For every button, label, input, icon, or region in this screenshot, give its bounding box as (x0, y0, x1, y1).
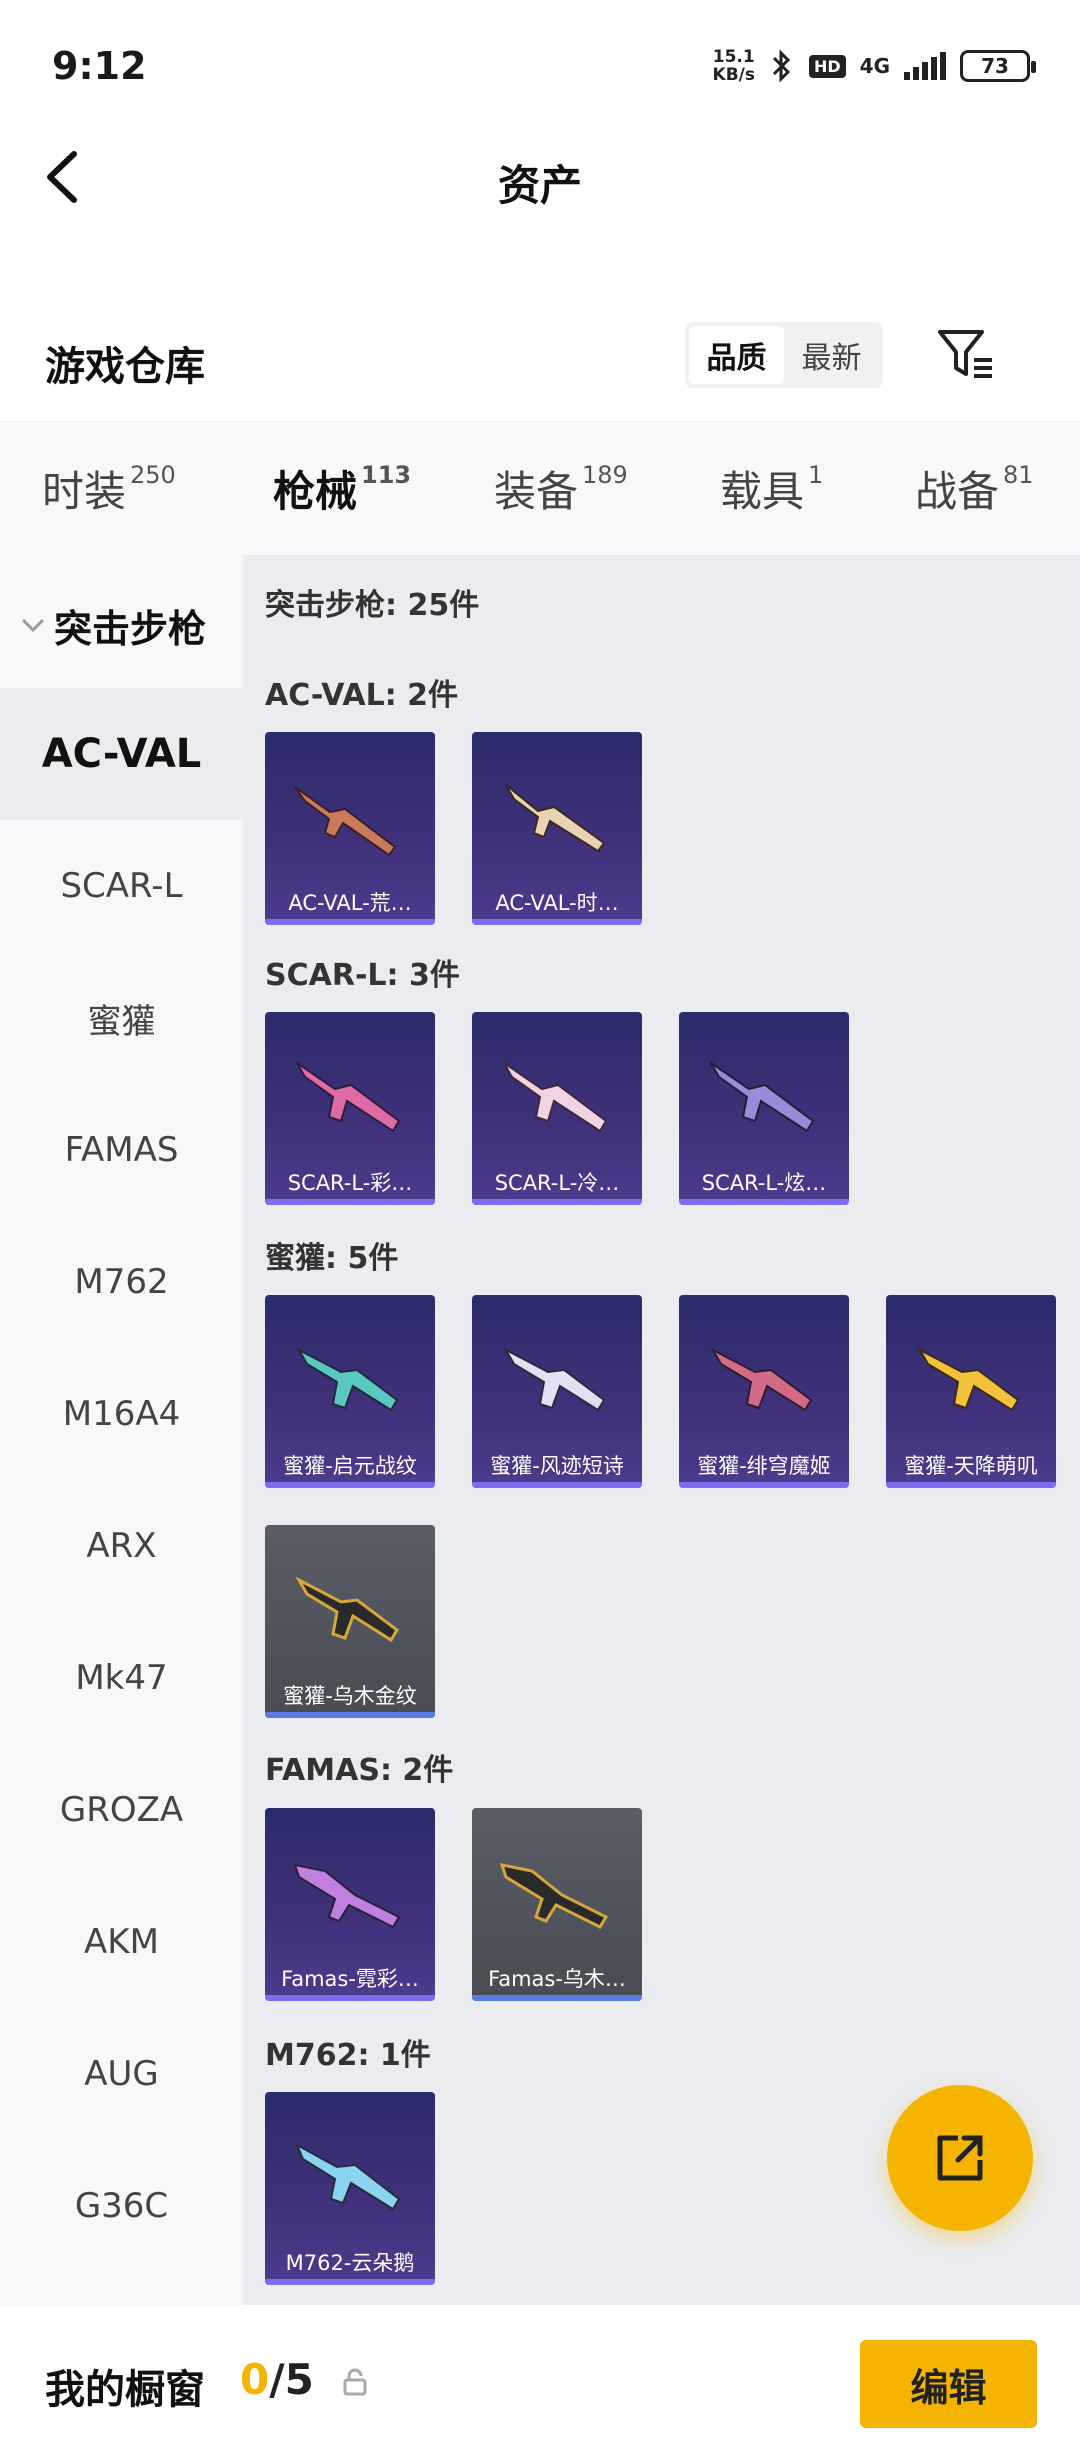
rifle-icon (503, 1062, 608, 1133)
sidebar-item-m16a4[interactable]: M16A4 (0, 1348, 243, 1480)
sort-quality-option[interactable]: 品质 (689, 326, 784, 384)
skin-card[interactable]: 蜜獾-绯穹魔姬 (679, 1295, 849, 1488)
external-link-icon (937, 2135, 983, 2181)
filter-icon (938, 330, 992, 378)
warehouse-header: 游戏仓库 品质 最新 (0, 310, 1080, 410)
warehouse-title: 游戏仓库 (45, 344, 205, 390)
sidebar-item-honey-badger[interactable]: 蜜獾 (0, 952, 243, 1084)
skin-name: Famas-乌木… (488, 1967, 626, 1991)
chevron-down-icon (22, 619, 44, 633)
skin-name: M762-云朵鹅 (285, 2251, 415, 2275)
share-fab-button[interactable] (887, 2085, 1033, 2231)
rifle-icon (505, 784, 606, 853)
filter-button[interactable] (930, 322, 1000, 388)
sort-toggle: 品质 最新 (685, 322, 883, 388)
rifle-icon (295, 1576, 399, 1643)
skin-name: AC-VAL-时… (495, 891, 619, 915)
nav-bar: 资产 (0, 130, 1080, 220)
sidebar-item-aug[interactable]: AUG (0, 2008, 243, 2140)
page-title: 资产 (497, 161, 582, 210)
signal-icon (904, 52, 946, 80)
showcase-bar: 我的橱窗 0/5 编辑 (0, 2305, 1080, 2460)
rifle-icon (294, 786, 397, 857)
tab-supplies[interactable]: 战备 81 (915, 458, 1034, 519)
sidebar-item-m762[interactable]: M762 (0, 1216, 243, 1348)
sidebar-item-groza[interactable]: GROZA (0, 1744, 243, 1876)
skin-name: 蜜獾-乌木金纹 (283, 1684, 417, 1708)
skin-name: 蜜獾-启元战纹 (283, 1454, 417, 1478)
sidebar-item-arx[interactable]: ARX (0, 1480, 243, 1612)
rifle-icon (294, 2142, 401, 2211)
status-icons: 15.1 KB/s HD 4G 73 (712, 44, 1036, 88)
skin-card[interactable]: 蜜獾-天降萌叽 (886, 1295, 1056, 1488)
edit-button[interactable]: 编辑 (860, 2340, 1037, 2428)
skin-card[interactable]: 蜜獾-风迹短诗 (472, 1295, 642, 1488)
skin-name: SCAR-L-冷… (494, 1171, 620, 1195)
tab-vehicles[interactable]: 载具 1 (720, 458, 823, 519)
sidebar-item-akm[interactable]: AKM (0, 1876, 243, 2008)
skin-name: Famas-霓彩… (281, 1967, 419, 1991)
category-summary: 突击步枪: 25件 (265, 588, 480, 623)
skin-card[interactable]: SCAR-L-冷… (472, 1012, 642, 1205)
category-tabs: 时装 250 枪械 113 装备 189 载具 1 战备 81 (0, 420, 1080, 568)
showcase-count: 0/5 (240, 2355, 314, 2404)
rifle-icon (503, 1347, 606, 1412)
battery-icon: 73 (960, 50, 1036, 82)
status-bar: 9:12 15.1 KB/s HD 4G 73 (0, 0, 1080, 130)
showcase-title: 我的橱窗 (45, 2367, 205, 2413)
rifle-icon (293, 1863, 401, 1929)
rifle-icon (710, 1062, 815, 1133)
sidebar-item-g36c[interactable]: G36C (0, 2140, 243, 2272)
skin-card[interactable]: AC-VAL-时… (472, 732, 642, 925)
weapon-sidebar: 突击步枪 AC-VAL SCAR-L 蜜獾 FAMAS M762 M16A4 A… (0, 555, 243, 2305)
skin-name: SCAR-L-彩… (287, 1171, 413, 1195)
status-time: 9:12 (52, 44, 147, 88)
bluetooth-icon (769, 49, 795, 83)
skin-card[interactable]: 蜜獾-启元战纹 (265, 1295, 435, 1488)
lock-icon (343, 2368, 367, 2396)
tab-equipment[interactable]: 装备 189 (494, 458, 628, 519)
rifle-icon (917, 1347, 1020, 1412)
sidebar-item-scar-l[interactable]: SCAR-L (0, 820, 243, 952)
sidebar-group-assault-rifles[interactable]: 突击步枪 (0, 585, 243, 665)
skin-card[interactable]: Famas-霓彩… (265, 1808, 435, 2001)
sidebar-item-mk47[interactable]: Mk47 (0, 1612, 243, 1744)
skin-name: 蜜獾-风迹短诗 (490, 1454, 624, 1478)
network-type-icon: 4G (859, 54, 890, 78)
skin-name: 蜜獾-绯穹魔姬 (697, 1454, 831, 1478)
rifle-icon (296, 1062, 401, 1133)
group-heading-ac-val: AC-VAL: 2件 (265, 678, 459, 713)
skin-name: AC-VAL-荒… (288, 891, 412, 915)
sidebar-item-famas[interactable]: FAMAS (0, 1084, 243, 1216)
sidebar-item-ac-val[interactable]: AC-VAL (0, 688, 243, 820)
weapon-grid: 突击步枪: 25件 AC-VAL: 2件 AC-VAL-荒… AC-VAL-时…… (243, 555, 1080, 2305)
rifle-icon (296, 1347, 399, 1412)
rifle-icon (710, 1347, 813, 1412)
skin-card[interactable]: M762-云朵鹅 (265, 2092, 435, 2285)
skin-card[interactable]: 蜜獾-乌木金纹 (265, 1525, 435, 1718)
tab-firearms[interactable]: 枪械 113 (273, 458, 411, 568)
rifle-icon (499, 1863, 609, 1929)
skin-name: 蜜獾-天降萌叽 (904, 1454, 1038, 1478)
skin-card[interactable]: Famas-乌木… (472, 1808, 642, 2001)
skin-card[interactable]: AC-VAL-荒… (265, 732, 435, 925)
network-speed: 15.1 KB/s (712, 47, 755, 85)
skin-card[interactable]: SCAR-L-炫… (679, 1012, 849, 1205)
group-heading-scar-l: SCAR-L: 3件 (265, 958, 460, 993)
hd-icon: HD (808, 54, 846, 78)
tab-fashion[interactable]: 时装 250 (42, 458, 176, 519)
skin-name: SCAR-L-炫… (701, 1171, 827, 1195)
sort-latest-option[interactable]: 最新 (784, 326, 879, 384)
group-heading-m762: M762: 1件 (265, 2038, 431, 2073)
skin-card[interactable]: SCAR-L-彩… (265, 1012, 435, 1205)
group-heading-honey-badger: 蜜獾: 5件 (265, 1241, 399, 1276)
group-heading-famas: FAMAS: 2件 (265, 1753, 454, 1788)
